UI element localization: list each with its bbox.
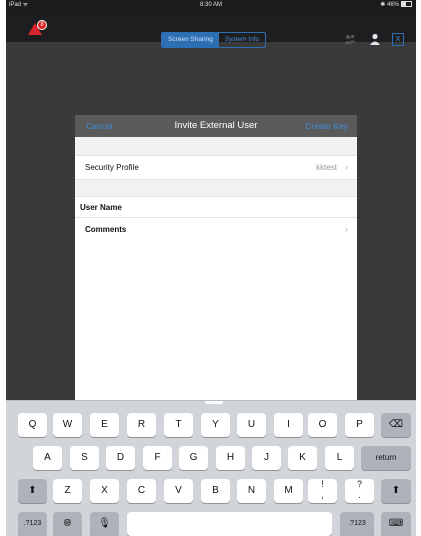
key-q[interactable]: Q (18, 413, 47, 437)
security-profile-label: Security Profile (85, 163, 139, 172)
app-toolbar: 8 Screen Sharing System Info X (6, 10, 416, 48)
key-f[interactable]: F (143, 446, 172, 470)
key-k[interactable]: K (288, 446, 317, 470)
key-h[interactable]: H (216, 446, 245, 470)
comments-label: Comments (85, 225, 127, 234)
onscreen-keyboard: Q W E R T Y U I O P ⌫ A S D F G H J K L … (6, 400, 416, 536)
tab-screen-sharing[interactable]: Screen Sharing (162, 33, 219, 47)
security-profile-row[interactable]: Security Profile kktest › (75, 155, 357, 180)
key-o[interactable]: O (308, 413, 337, 437)
key-i[interactable]: I (274, 413, 303, 437)
key-m[interactable]: M (274, 479, 303, 503)
keyboard-handle[interactable] (205, 401, 223, 404)
key-z[interactable]: Z (53, 479, 82, 503)
key-s[interactable]: S (70, 446, 99, 470)
user-name-label: User Name (80, 203, 122, 212)
chevron-right-icon: › (345, 224, 348, 234)
alert-badge: 8 (37, 20, 47, 30)
tab-system-info[interactable]: System Info (219, 33, 265, 47)
key-j[interactable]: J (252, 446, 281, 470)
comments-row[interactable]: Comments › (75, 217, 357, 242)
status-time: 8:30 AM (199, 2, 222, 8)
key-g[interactable]: G (179, 446, 208, 470)
shift-icon: ⬆ (28, 485, 37, 496)
key-d[interactable]: D (106, 446, 135, 470)
numbers-key[interactable]: .?123 (18, 512, 47, 536)
key-n[interactable]: N (237, 479, 266, 503)
key-u[interactable]: U (237, 413, 266, 437)
view-segmented-control: Screen Sharing System Info (161, 32, 267, 48)
key-y[interactable]: Y (201, 413, 230, 437)
delete-key[interactable]: ⌫ (381, 413, 411, 437)
backspace-icon: ⌫ (388, 419, 404, 430)
numbers-key-right[interactable]: .?123 (340, 512, 374, 536)
key-question-period[interactable]: ? . (345, 479, 374, 503)
key-b[interactable]: B (201, 479, 230, 503)
shift-icon: ⬆ (391, 485, 401, 496)
battery-icon (401, 1, 412, 8)
comma-label: , (321, 490, 324, 500)
key-r[interactable]: R (127, 413, 156, 437)
dictation-key[interactable]: 🎙︎ (90, 512, 119, 536)
return-key[interactable]: return (361, 446, 411, 470)
status-bar: iPad ᯤ 8:30 AM ✱ 46% (6, 0, 416, 10)
question-label: ? (356, 479, 362, 489)
dismiss-keyboard-key[interactable]: ⌨ (381, 512, 411, 536)
key-w[interactable]: W (53, 413, 82, 437)
key-x[interactable]: X (90, 479, 119, 503)
security-profile-value: kktest (316, 163, 337, 172)
key-t[interactable]: T (164, 413, 193, 437)
key-exclaim-comma[interactable]: ! , (308, 479, 337, 503)
microphone-icon: 🎙︎ (98, 518, 111, 529)
create-key-button[interactable]: Create Key (305, 115, 348, 137)
key-e[interactable]: E (90, 413, 119, 437)
battery-status: ✱ 46% (380, 0, 412, 10)
space-key[interactable] (127, 512, 332, 536)
period-label: . (358, 490, 361, 500)
key-v[interactable]: V (164, 479, 193, 503)
dialog-header: Cancel Invite External User Create Key (75, 115, 357, 137)
shift-key[interactable]: ⬆ (18, 479, 47, 503)
user-name-field[interactable]: User Name (75, 196, 357, 218)
add-users-icon[interactable] (344, 34, 356, 44)
key-a[interactable]: A (33, 446, 62, 470)
key-p[interactable]: P (345, 413, 374, 437)
user-icon[interactable] (369, 33, 381, 45)
globe-key[interactable]: 🌐︎ (53, 512, 82, 536)
exclaim-label: ! (321, 479, 324, 489)
chevron-right-icon: › (345, 162, 348, 172)
shift-key-right[interactable]: ⬆ (381, 479, 411, 503)
key-l[interactable]: L (325, 446, 354, 470)
globe-icon: 🌐︎ (63, 518, 72, 529)
key-c[interactable]: C (127, 479, 156, 503)
close-button[interactable]: X (392, 33, 404, 46)
keyboard-dismiss-icon: ⌨ (388, 518, 404, 529)
